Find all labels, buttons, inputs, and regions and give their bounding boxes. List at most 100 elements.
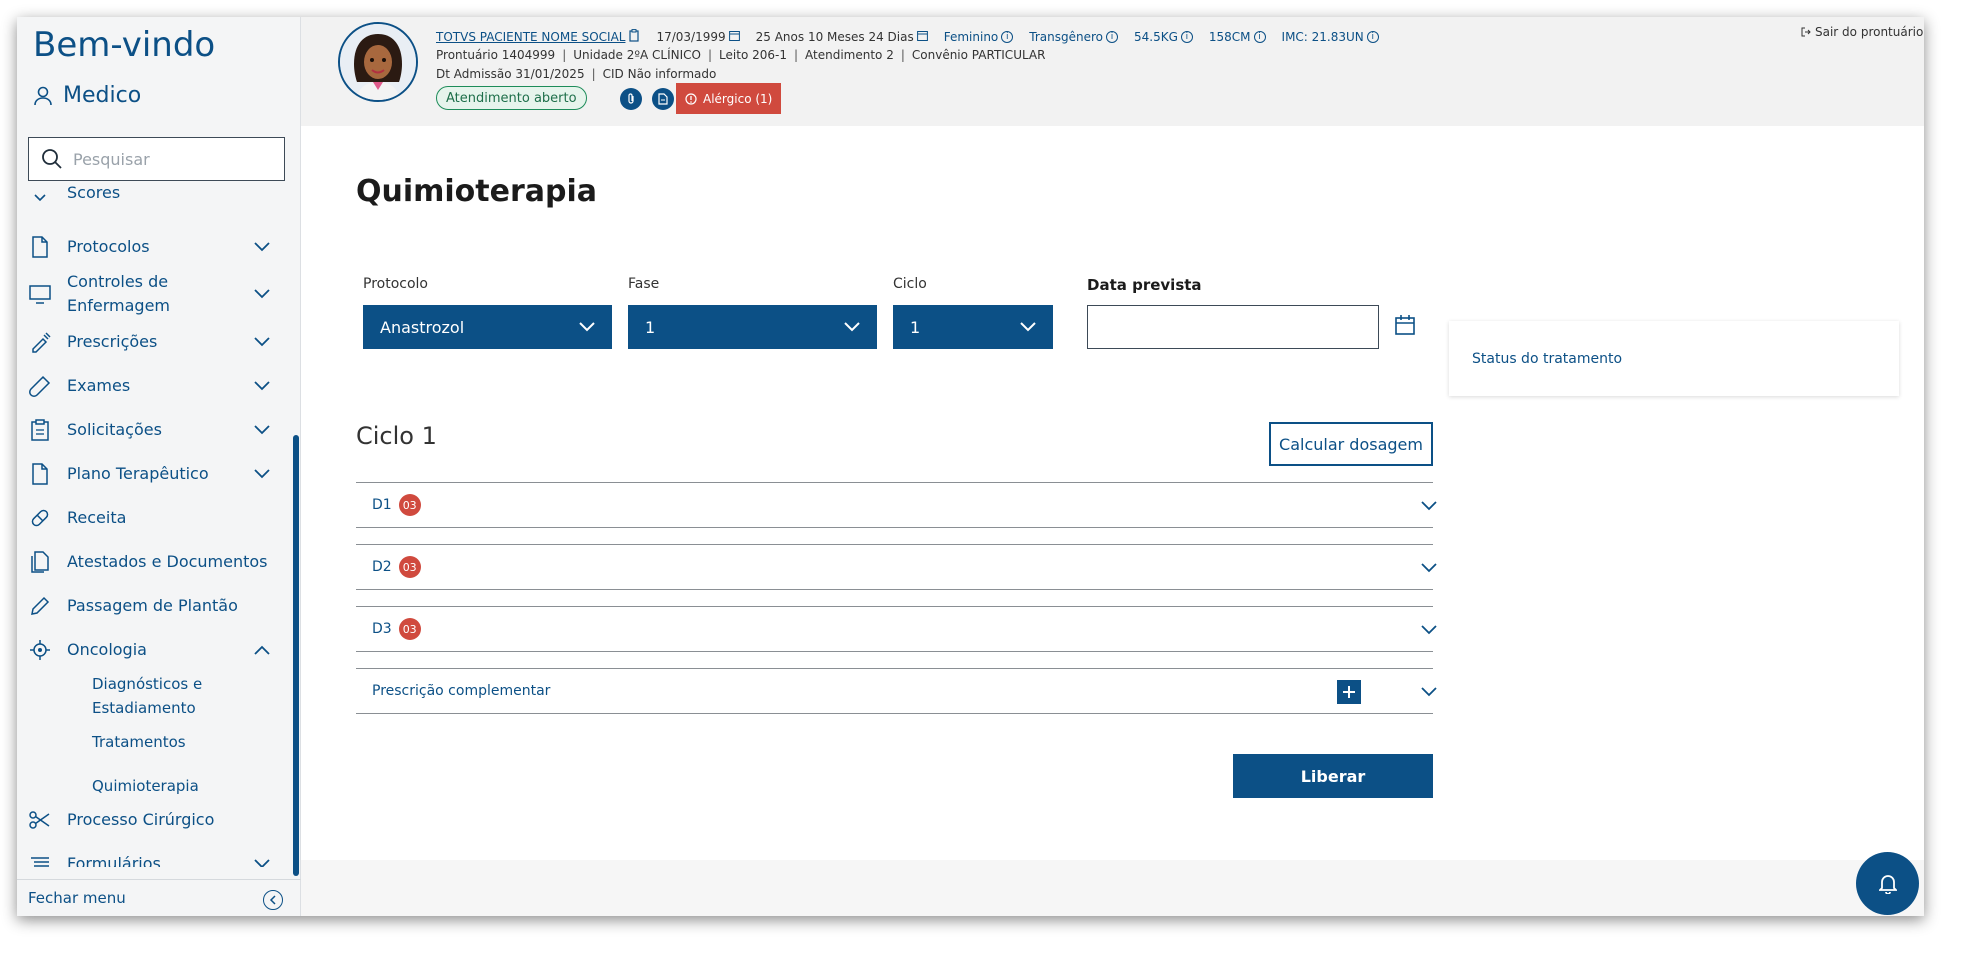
documents-icon [29, 551, 51, 573]
calendar-icon[interactable] [1394, 314, 1416, 336]
chevron-down-icon [254, 859, 270, 867]
complementary-prescription-accordion[interactable]: Prescrição complementar [356, 668, 1437, 714]
patient-avatar-icon [340, 24, 416, 100]
copy-icon[interactable] [629, 29, 640, 45]
status-badge: Atendimento aberto [436, 86, 587, 110]
release-button[interactable]: Liberar [1233, 754, 1433, 798]
chevron-down-icon [254, 289, 270, 299]
birth-date: 17/03/1999 [656, 30, 726, 44]
scissors-icon [29, 809, 51, 831]
chevron-down-icon [254, 242, 270, 252]
document-icon [658, 93, 668, 105]
close-menu-label: Fechar menu [28, 889, 126, 907]
allergy-label: Alérgico (1) [703, 91, 773, 106]
chevron-down-icon [254, 469, 270, 479]
calendar-icon [916, 30, 928, 44]
sidebar-subitem-quimioterapia[interactable]: Quimioterapia [92, 774, 199, 798]
cycle-select-value: 1 [910, 317, 921, 337]
document-button[interactable] [652, 88, 674, 110]
sidebar-item-controles-enfermagem[interactable]: Controles de Enfermagem [17, 270, 292, 318]
cycle-title: Ciclo 1 [356, 422, 437, 450]
exit-record-link[interactable]: Sair do prontuário [1801, 25, 1923, 39]
close-menu-button[interactable]: Fechar menu [17, 879, 301, 916]
day-count-badge: 03 [398, 618, 421, 640]
sidebar-item-exames[interactable]: Exames [17, 374, 292, 398]
patient-name[interactable]: TOTVS PACIENTE NOME SOCIAL [436, 30, 625, 44]
cycle-select[interactable]: 1 [893, 305, 1053, 349]
day-label: D1 [372, 497, 392, 513]
sidebar-item-protocolos[interactable]: Protocolos [17, 235, 292, 259]
sidebar-item-label: Controles de Enfermagem [67, 272, 170, 315]
protocol-label: Protocolo [363, 276, 428, 292]
allergy-button[interactable]: Alérgico (1) [676, 83, 782, 114]
sidebar-item-label: Passagem de Plantão [67, 596, 238, 615]
patient-gender: Feminino [943, 30, 999, 44]
chevron-down-icon [1020, 322, 1036, 332]
day-accordion-d1[interactable]: D1 03 [356, 482, 1437, 528]
notifications-button[interactable] [1856, 852, 1919, 915]
clipboard-icon [29, 419, 51, 441]
chevron-down-icon [254, 425, 270, 435]
pencil-icon [29, 595, 51, 617]
patient-height: 158CM [1208, 30, 1251, 44]
info-icon[interactable]: i [1001, 31, 1014, 43]
sidebar-item-solicitacoes[interactable]: Solicitações [17, 418, 292, 442]
treatment-status-label: Status do tratamento [1472, 350, 1623, 367]
info-icon[interactable]: i [1180, 31, 1193, 43]
day-accordion-d3[interactable]: D3 03 [356, 606, 1437, 652]
chevron-down-icon [29, 187, 51, 209]
footer-band [301, 860, 1924, 916]
attachment-button[interactable] [620, 88, 642, 110]
sidebar-item-plano-terapeutico[interactable]: Plano Terapêutico [17, 462, 292, 486]
day-accordion-d2[interactable]: D2 03 [356, 544, 1437, 590]
sidebar-item-label: Formulários [67, 854, 161, 867]
calendar-icon [728, 30, 740, 44]
convenio: Convênio PARTICULAR [911, 48, 1046, 62]
sidebar-subitem-diagnosticos[interactable]: Diagnósticos e Estadiamento [92, 672, 262, 720]
protocol-select[interactable]: Anastrozol [363, 305, 612, 349]
search-icon [42, 149, 62, 169]
chevron-down-icon [844, 322, 860, 332]
patient-header: TOTVS PACIENTE NOME SOCIAL 17/03/1999 25… [301, 17, 1924, 126]
sidebar-item-label: Protocolos [67, 237, 150, 256]
info-icon[interactable]: i [1366, 31, 1379, 43]
sidebar-item-label: Prescrições [67, 332, 158, 351]
sidebar-item-prescricoes[interactable]: Prescrições [17, 330, 292, 354]
chevron-down-icon [1421, 563, 1437, 573]
list-icon [29, 853, 51, 867]
bell-icon [1878, 874, 1897, 894]
phase-select-value: 1 [645, 317, 656, 337]
pill-icon [29, 507, 51, 529]
info-icon[interactable]: i [1253, 31, 1266, 43]
sidebar-item-processo-cirurgico[interactable]: Processo Cirúrgico [17, 808, 292, 832]
leito: Leito 206-1 [719, 48, 787, 62]
add-complementary-button[interactable] [1337, 680, 1361, 704]
sidebar-scrollbar[interactable] [293, 435, 299, 876]
search-box[interactable] [28, 137, 285, 181]
date-label: Data prevista [1087, 276, 1202, 294]
expected-date-input[interactable] [1088, 306, 1378, 348]
day-label: D3 [372, 621, 392, 637]
sidebar-item-oncologia[interactable]: Oncologia [17, 638, 292, 662]
sidebar-item-atestados[interactable]: Atestados e Documentos [17, 550, 292, 574]
phase-label: Fase [628, 276, 660, 292]
search-input[interactable] [73, 149, 273, 169]
sidebar-subitem-tratamentos[interactable]: Tratamentos [92, 730, 186, 754]
sidebar-item-passagem-plantao[interactable]: Passagem de Plantão [17, 594, 292, 618]
sidebar-item-label: Scores [67, 183, 121, 202]
chevron-down-icon [1421, 687, 1437, 697]
atendimento: Atendimento 2 [805, 48, 894, 62]
paperclip-icon [628, 93, 634, 104]
patient-info-line-3: Dt Admissão 31/01/2025 | CID Não informa… [436, 67, 717, 81]
phase-select[interactable]: 1 [628, 305, 877, 349]
patient-info-line-1: TOTVS PACIENTE NOME SOCIAL 17/03/1999 25… [436, 29, 1379, 45]
calculate-dosage-button[interactable]: Calcular dosagem [1269, 422, 1433, 466]
sidebar-item-receita[interactable]: Receita [17, 506, 292, 530]
sidebar-item-formularios[interactable]: Formulários [17, 852, 292, 867]
page-title: Quimioterapia [356, 174, 598, 209]
expected-date-field[interactable] [1087, 305, 1379, 349]
user-role: Medico [33, 83, 141, 108]
info-icon[interactable]: i [1106, 31, 1118, 43]
chevron-down-icon [254, 337, 270, 347]
chevron-down-icon [254, 381, 270, 391]
